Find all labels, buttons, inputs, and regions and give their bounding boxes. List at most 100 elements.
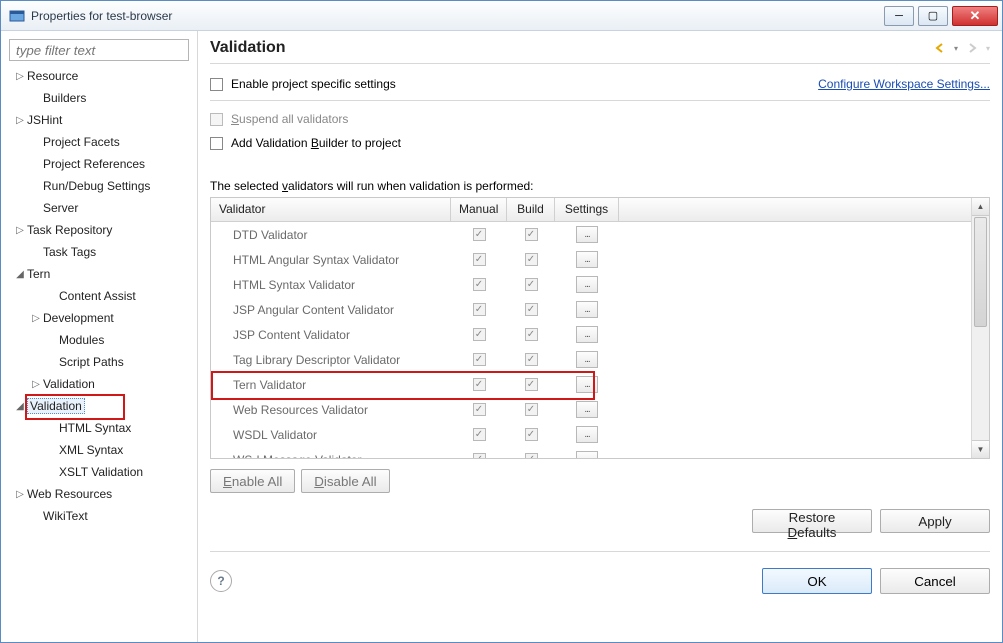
table-row[interactable]: DTD Validator... bbox=[211, 222, 971, 247]
col-manual[interactable]: Manual bbox=[451, 198, 507, 221]
tree-item-label: HTML Syntax bbox=[59, 421, 131, 435]
collapse-icon[interactable]: ◢ bbox=[13, 269, 27, 280]
tree-item-label: Resource bbox=[27, 69, 78, 83]
tree-item-tern[interactable]: ◢Tern bbox=[9, 263, 189, 285]
tree-item-label: XML Syntax bbox=[59, 443, 123, 457]
close-button[interactable]: ✕ bbox=[952, 6, 998, 26]
expand-icon[interactable]: ▷ bbox=[13, 225, 27, 236]
page-title: Validation bbox=[210, 39, 932, 57]
build-checkbox bbox=[525, 228, 538, 241]
cancel-button[interactable]: Cancel bbox=[880, 568, 990, 594]
table-row[interactable]: HTML Angular Syntax Validator... bbox=[211, 247, 971, 272]
maximize-button[interactable]: ▢ bbox=[918, 6, 948, 26]
table-row[interactable]: Web Resources Validator... bbox=[211, 397, 971, 422]
tree-item-run-debug-settings[interactable]: Run/Debug Settings bbox=[9, 175, 189, 197]
tree-item-wikitext[interactable]: WikiText bbox=[9, 505, 189, 527]
settings-button[interactable]: ... bbox=[576, 226, 598, 243]
tree-item-resource[interactable]: ▷Resource bbox=[9, 65, 189, 87]
expand-icon[interactable]: ▷ bbox=[13, 489, 27, 500]
tree-item-html-syntax[interactable]: HTML Syntax bbox=[9, 417, 189, 439]
tree-item-label: Modules bbox=[59, 333, 104, 347]
tree-item-task-repository[interactable]: ▷Task Repository bbox=[9, 219, 189, 241]
settings-button[interactable]: ... bbox=[576, 451, 598, 458]
collapse-icon[interactable]: ◢ bbox=[13, 401, 27, 412]
main-panel: Validation ▾ ▾ Enable project specific s… bbox=[198, 31, 1002, 642]
forward-arrow-icon bbox=[964, 40, 980, 56]
settings-button[interactable]: ... bbox=[576, 401, 598, 418]
titlebar: Properties for test-browser ─ ▢ ✕ bbox=[1, 1, 1002, 31]
tree-item-development[interactable]: ▷Development bbox=[9, 307, 189, 329]
restore-defaults-button[interactable]: Restore Defaults bbox=[752, 509, 872, 533]
tree-item-label: Run/Debug Settings bbox=[43, 179, 150, 193]
build-checkbox bbox=[525, 253, 538, 266]
build-checkbox bbox=[525, 453, 538, 458]
validator-name: Web Resources Validator bbox=[211, 403, 451, 417]
tree-item-project-references[interactable]: Project References bbox=[9, 153, 189, 175]
settings-button[interactable]: ... bbox=[576, 426, 598, 443]
scroll-down-icon[interactable]: ▼ bbox=[972, 440, 989, 458]
settings-button[interactable]: ... bbox=[576, 251, 598, 268]
apply-button[interactable]: Apply bbox=[880, 509, 990, 533]
tree-item-project-facets[interactable]: Project Facets bbox=[9, 131, 189, 153]
manual-checkbox bbox=[473, 328, 486, 341]
build-checkbox bbox=[525, 353, 538, 366]
validator-name: WS-I Message Validator bbox=[211, 453, 451, 459]
tree-item-label: JSHint bbox=[27, 113, 62, 127]
tree-item-xslt-validation[interactable]: XSLT Validation bbox=[9, 461, 189, 483]
build-checkbox bbox=[525, 378, 538, 391]
table-row[interactable]: JSP Angular Content Validator... bbox=[211, 297, 971, 322]
tree-item-web-resources[interactable]: ▷Web Resources bbox=[9, 483, 189, 505]
tree-item-xml-syntax[interactable]: XML Syntax bbox=[9, 439, 189, 461]
tree-item-task-tags[interactable]: Task Tags bbox=[9, 241, 189, 263]
col-validator[interactable]: Validator bbox=[211, 198, 451, 221]
disable-all-button: Disable All bbox=[301, 469, 389, 493]
settings-button[interactable]: ... bbox=[576, 351, 598, 368]
back-dropdown-icon[interactable]: ▾ bbox=[954, 44, 958, 53]
tree-item-label: XSLT Validation bbox=[59, 465, 143, 479]
tree-item-modules[interactable]: Modules bbox=[9, 329, 189, 351]
col-build[interactable]: Build bbox=[507, 198, 555, 221]
tree-item-jshint[interactable]: ▷JSHint bbox=[9, 109, 189, 131]
settings-button[interactable]: ... bbox=[576, 301, 598, 318]
expand-icon[interactable]: ▷ bbox=[13, 115, 27, 126]
col-settings[interactable]: Settings bbox=[555, 198, 619, 221]
expand-icon[interactable]: ▷ bbox=[13, 71, 27, 82]
table-row[interactable]: WSDL Validator... bbox=[211, 422, 971, 447]
scroll-thumb[interactable] bbox=[974, 217, 987, 327]
table-row[interactable]: JSP Content Validator... bbox=[211, 322, 971, 347]
tree-item-script-paths[interactable]: Script Paths bbox=[9, 351, 189, 373]
help-icon[interactable]: ? bbox=[210, 570, 232, 592]
expand-icon[interactable]: ▷ bbox=[29, 379, 43, 390]
validator-name: HTML Syntax Validator bbox=[211, 278, 451, 292]
add-builder-checkbox[interactable] bbox=[210, 137, 223, 150]
scroll-up-icon[interactable]: ▲ bbox=[972, 198, 989, 216]
settings-button[interactable]: ... bbox=[576, 276, 598, 293]
expand-icon[interactable]: ▷ bbox=[29, 313, 43, 324]
ok-button[interactable]: OK bbox=[762, 568, 872, 594]
manual-checkbox bbox=[473, 453, 486, 458]
table-scrollbar[interactable]: ▲ ▼ bbox=[971, 198, 989, 458]
tree-item-label: Script Paths bbox=[59, 355, 124, 369]
table-row[interactable]: Tern Validator... bbox=[211, 372, 971, 397]
settings-button[interactable]: ... bbox=[576, 326, 598, 343]
minimize-button[interactable]: ─ bbox=[884, 6, 914, 26]
back-arrow-icon[interactable] bbox=[932, 40, 948, 56]
build-checkbox bbox=[525, 403, 538, 416]
manual-checkbox bbox=[473, 378, 486, 391]
tree-item-validation[interactable]: ◢Validation bbox=[9, 395, 189, 417]
filter-input[interactable] bbox=[9, 39, 189, 61]
enable-project-specific-checkbox[interactable] bbox=[210, 78, 223, 91]
configure-workspace-link[interactable]: Configure Workspace Settings... bbox=[818, 77, 990, 91]
manual-checkbox bbox=[473, 303, 486, 316]
table-row[interactable]: Tag Library Descriptor Validator... bbox=[211, 347, 971, 372]
table-row[interactable]: WS-I Message Validator... bbox=[211, 447, 971, 458]
tree-item-validation[interactable]: ▷Validation bbox=[9, 373, 189, 395]
validator-name: DTD Validator bbox=[211, 228, 451, 242]
tree-item-builders[interactable]: Builders bbox=[9, 87, 189, 109]
tree-item-content-assist[interactable]: Content Assist bbox=[9, 285, 189, 307]
tree-item-server[interactable]: Server bbox=[9, 197, 189, 219]
validator-name: JSP Angular Content Validator bbox=[211, 303, 451, 317]
manual-checkbox bbox=[473, 403, 486, 416]
settings-button[interactable]: ... bbox=[576, 376, 598, 393]
table-row[interactable]: HTML Syntax Validator... bbox=[211, 272, 971, 297]
